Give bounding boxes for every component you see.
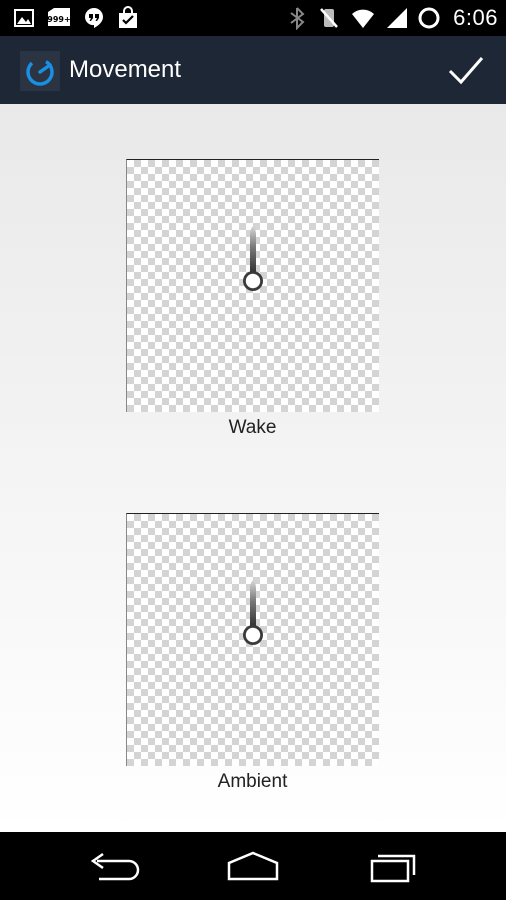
page-title: Movement [69,56,182,83]
recent-apps-icon[interactable] [366,849,422,885]
clock: 6:06 [453,5,498,30]
home-icon[interactable] [225,849,281,885]
vibrate-off-icon [320,8,339,28]
gallery-icon [14,9,34,27]
wifi-icon [352,9,375,28]
action-bar: Movement [0,36,506,104]
store-bag-icon [119,6,137,28]
signal-icon [387,8,408,28]
ambient-hand-preview[interactable] [126,513,379,766]
checkmark-icon[interactable] [444,48,488,92]
notification-icons: 999+ [12,4,140,32]
battery-icon [418,7,440,29]
ambient-hand-card[interactable]: Ambient [126,513,379,794]
watch-hand-icon [243,226,263,291]
notification-count-icon: 999+ [47,8,71,26]
system-icons: 6:06 [285,3,498,33]
wake-hand-preview[interactable] [126,159,379,412]
watch-hand-icon [243,580,263,645]
notification-count-text: 999+ [47,15,70,24]
content-area: Wake Ambient [0,104,506,832]
status-bar: 999+ 6:06 [0,0,506,36]
app-logo-icon[interactable] [20,51,60,91]
hangouts-icon [84,8,103,28]
bluetooth-icon [290,7,305,30]
wake-hand-card[interactable]: Wake [126,159,379,440]
back-icon[interactable] [85,849,141,885]
ambient-label: Ambient [217,771,288,792]
navigation-bar [0,832,506,900]
wake-label: Wake [228,417,277,438]
